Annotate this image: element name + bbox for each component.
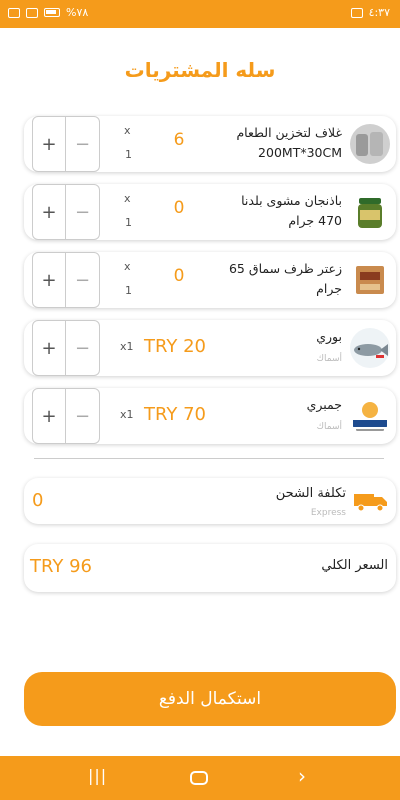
qty-x-mark: x <box>124 192 131 205</box>
status-bar: %٧٨ ٤:٣٧ <box>0 0 400 28</box>
qty-x-mark: x <box>124 124 131 137</box>
image-notification-icon <box>350 7 363 18</box>
decrease-button[interactable]: − <box>66 116 100 172</box>
unit-count: 1 <box>125 148 132 161</box>
decrease-button[interactable]: − <box>66 184 100 240</box>
clock: ٤:٣٧ <box>368 6 390 19</box>
status-left: %٧٨ <box>8 6 88 19</box>
cart-item: + − x 1 0 زعتر ظرف سماق 65 جرام <box>24 252 396 308</box>
recent-apps-icon[interactable]: ||| <box>88 766 107 785</box>
zaatar-pack-image <box>350 260 390 300</box>
item-quantity: 6 <box>173 130 185 150</box>
page-title: سله المشتريات <box>124 58 276 82</box>
wifi-icon <box>26 7 38 18</box>
total-price-value: TRY 96 <box>30 556 92 577</box>
item-name: زعتر ظرف سماق 65 جرام <box>192 259 342 299</box>
item-quantity: 0 <box>173 266 185 286</box>
navigation-bar: ||| › <box>0 756 400 800</box>
increase-button[interactable]: + <box>32 184 66 240</box>
fish-image <box>350 328 390 368</box>
item-multiplier: x1 <box>120 408 134 421</box>
status-right: ٤:٣٧ <box>350 6 390 19</box>
decrease-button[interactable]: − <box>66 388 100 444</box>
item-category: أسماك <box>316 354 342 364</box>
item-name-line2: 200MT*30CM <box>258 145 342 160</box>
item-name: باذنجان مشوى بلدنا 470 جرام <box>192 191 342 231</box>
item-name-line1: زعتر ظرف سماق 65 <box>228 261 342 276</box>
qty-x-mark: x <box>124 260 131 273</box>
item-name: غلاف لتخزين الطعام 200MT*30CM <box>192 123 342 163</box>
home-icon[interactable] <box>190 771 208 785</box>
divider <box>34 458 384 459</box>
total-price-card: TRY 96 السعر الكلي <box>24 544 396 592</box>
item-multiplier: x1 <box>120 340 134 353</box>
item-name-line2: 470 جرام <box>288 213 342 228</box>
shipping-cost-card: 0 تكلفة الشحن Express <box>24 478 396 524</box>
unit-count: 1 <box>125 284 132 297</box>
increase-button[interactable]: + <box>32 116 66 172</box>
item-name-line1: باذنجان مشوى بلدنا <box>241 193 342 208</box>
cart-item: + − x 1 0 باذنجان مشوى بلدنا 470 جرام <box>24 184 396 240</box>
increase-button[interactable]: + <box>32 252 66 308</box>
alarm-icon <box>8 7 20 18</box>
shrimp-logo-image <box>350 396 390 436</box>
item-name: بوري <box>316 329 342 344</box>
back-icon[interactable]: › <box>298 764 306 788</box>
checkout-button[interactable]: استكمال الدفع <box>24 672 396 726</box>
battery-level: %٧٨ <box>66 6 89 19</box>
item-quantity: 0 <box>173 198 185 218</box>
food-storage-roll-image <box>350 124 390 164</box>
shipping-cost-label: تكلفة الشحن <box>275 486 346 501</box>
item-category: أسماك <box>316 422 342 432</box>
cart-item: + − x 1 6 غلاف لتخزين الطعام 200MT*30CM <box>24 116 396 172</box>
cart-item: + − x1 TRY 20 بوري أسماك <box>24 320 396 376</box>
decrease-button[interactable]: − <box>66 320 100 376</box>
increase-button[interactable]: + <box>32 388 66 444</box>
unit-count: 1 <box>125 216 132 229</box>
truck-icon <box>354 492 388 516</box>
item-name: جمبري <box>306 397 342 412</box>
shipping-cost-value: 0 <box>32 490 44 511</box>
item-name-line1: غلاف لتخزين الطعام <box>236 125 342 140</box>
total-price-label: السعر الكلي <box>321 558 388 573</box>
battery-icon <box>44 8 60 17</box>
cart-item: + − x1 TRY 70 جمبري أسماك <box>24 388 396 444</box>
shipping-method: Express <box>310 508 346 518</box>
increase-button[interactable]: + <box>32 320 66 376</box>
item-name-line2: جرام <box>316 281 342 296</box>
eggplant-jar-image <box>350 192 390 232</box>
decrease-button[interactable]: − <box>66 252 100 308</box>
